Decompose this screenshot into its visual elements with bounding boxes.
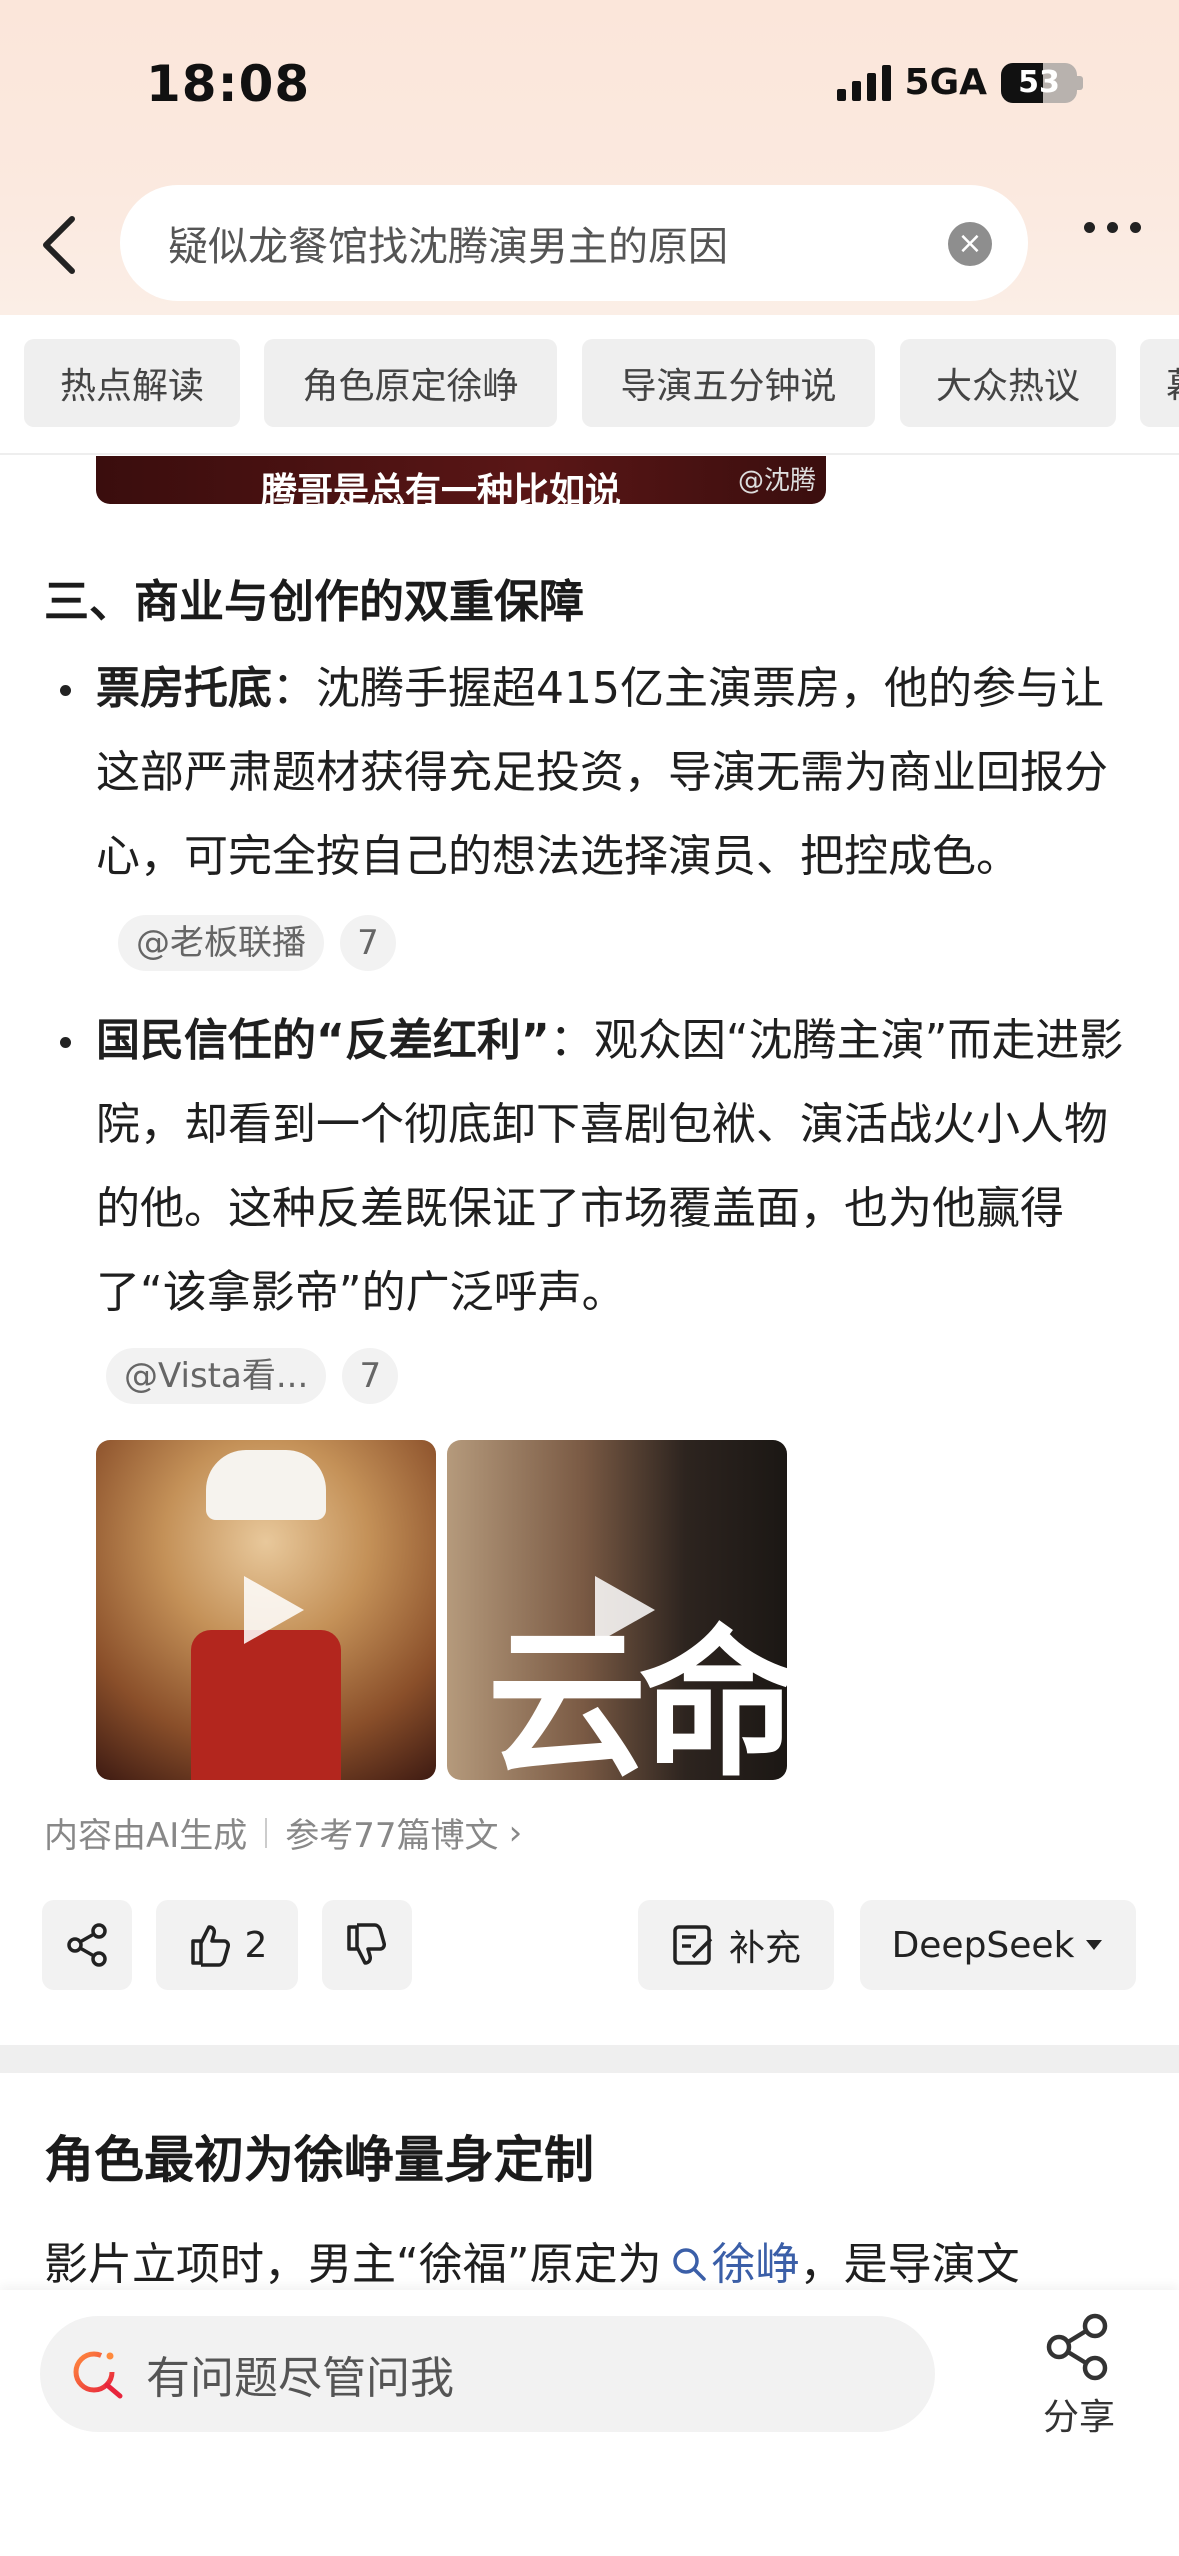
like-button[interactable]: 2 bbox=[156, 1900, 298, 1990]
video-thumbnail-strip[interactable]: 腾哥是总有一种比如说 @沈腾 bbox=[96, 456, 826, 504]
citation-chip[interactable]: @老板联播 bbox=[118, 915, 324, 971]
references-link[interactable]: 参考77篇博文 bbox=[285, 1808, 498, 1857]
search-input[interactable]: 疑似龙餐馆找沈腾演男主的原因 × bbox=[120, 185, 1028, 301]
citation-count[interactable]: 7 bbox=[340, 915, 396, 971]
person-link-text: 徐峥 bbox=[711, 2239, 800, 2290]
search-icon bbox=[672, 2248, 706, 2281]
edit-note-icon bbox=[673, 1925, 713, 1965]
model-name: DeepSeek bbox=[891, 1924, 1075, 1966]
bullet-paragraph-national-trust: 国民信任的“反差红利”：观众因“沈腾主演”而走进影院，却看到一个彻底卸下喜剧包袱… bbox=[96, 999, 1146, 1335]
person-link[interactable]: 徐峥 bbox=[662, 2239, 800, 2290]
status-time: 18:08 bbox=[146, 55, 311, 113]
citation-count[interactable]: 7 bbox=[342, 1348, 399, 1404]
ai-search-icon bbox=[73, 2351, 123, 2399]
search-query: 疑似龙餐馆找沈腾演男主的原因 bbox=[168, 224, 728, 270]
chevron-right-icon: › bbox=[508, 1812, 523, 1853]
share-page-button[interactable]: 分享 bbox=[1029, 2312, 1129, 2440]
article-text-part: ，是导演文 bbox=[799, 2239, 1020, 2290]
video-thumbnail[interactable] bbox=[96, 1440, 436, 1780]
bottom-bar: 有问题尽管问我 分享 bbox=[0, 2290, 1179, 2556]
article-text-part: 影片立项时，男主“徐福”原定为 bbox=[44, 2239, 662, 2290]
caret-down-icon bbox=[1086, 1940, 1103, 1950]
video-caption: 腾哥是总有一种比如说 bbox=[261, 471, 622, 504]
citation-row: @Vista看... 7 bbox=[86, 1348, 399, 1404]
video-thumbnail[interactable]: 云命 bbox=[447, 1440, 787, 1780]
video-watermark: @沈腾 bbox=[737, 466, 816, 496]
ask-placeholder: 有问题尽管问我 bbox=[146, 2353, 454, 2404]
like-count: 2 bbox=[244, 1924, 268, 1966]
section-title: 三、商业与创作的双重保障 bbox=[44, 575, 585, 628]
article-heading: 角色最初为徐峥量身定制 bbox=[44, 2131, 594, 2189]
bullet-dot bbox=[60, 685, 71, 696]
ask-input[interactable]: 有问题尽管问我 bbox=[40, 2316, 935, 2432]
more-options-button[interactable] bbox=[1084, 222, 1141, 233]
battery-icon: 53 bbox=[1001, 62, 1077, 103]
bullet-label: 国民信任的“反差红利” bbox=[96, 1015, 550, 1066]
tab-hot-interpretation[interactable]: 热点解读 bbox=[24, 339, 240, 427]
thumbs-up-icon bbox=[190, 1925, 230, 1967]
play-icon bbox=[244, 1576, 304, 1644]
supplement-label: 补充 bbox=[728, 1928, 801, 1969]
section-divider bbox=[0, 2045, 1179, 2073]
play-icon bbox=[595, 1576, 655, 1644]
share-button[interactable] bbox=[42, 1900, 132, 1990]
chevron-left-icon bbox=[43, 216, 75, 274]
dislike-button[interactable] bbox=[322, 1900, 412, 1990]
share-icon bbox=[67, 1923, 107, 1967]
ai-generated-label: 内容由AI生成 bbox=[44, 1816, 248, 1856]
network-type: 5GA bbox=[904, 62, 987, 103]
supplement-button[interactable]: 补充 bbox=[638, 1900, 834, 1990]
signal-icon bbox=[836, 64, 891, 101]
tab-next[interactable]: 幕 bbox=[1140, 339, 1179, 427]
close-icon: × bbox=[957, 226, 983, 261]
clear-search-button[interactable]: × bbox=[948, 222, 992, 266]
share-icon bbox=[1046, 2313, 1108, 2381]
bullet-dot bbox=[60, 1037, 71, 1048]
model-selector[interactable]: DeepSeek bbox=[860, 1900, 1136, 1990]
back-button[interactable] bbox=[30, 210, 86, 280]
share-label: 分享 bbox=[1042, 2397, 1115, 2438]
status-icons: 5GA 53 bbox=[836, 62, 1083, 103]
tab-public-discussion[interactable]: 大众热议 bbox=[900, 339, 1116, 427]
tab-role-xu-zheng[interactable]: 角色原定徐峥 bbox=[264, 339, 557, 427]
battery-level: 53 bbox=[1018, 65, 1060, 100]
tab-director-five-minutes[interactable]: 导演五分钟说 bbox=[582, 339, 875, 427]
bullet-label: 票房托底 bbox=[96, 663, 272, 714]
ai-generated-note: 内容由AI生成 参考77篇博文 › bbox=[44, 1808, 522, 1857]
citation-chip[interactable]: @Vista看... bbox=[106, 1348, 327, 1404]
header: 18:08 5GA 53 疑似龙餐馆找沈腾演男主的原因 × bbox=[0, 0, 1179, 315]
article-text: 影片立项时，男主“徐福”原定为 徐峥，是导演文 bbox=[44, 2228, 1020, 2292]
thumbs-down-icon bbox=[347, 1923, 386, 1965]
bullet-paragraph-box-office: 票房托底：沈腾手握超415亿主演票房，他的参与让这部严肃题材获得充足投资，导演无… bbox=[96, 647, 1146, 983]
topic-tabs: 热点解读 角色原定徐峥 导演五分钟说 大众热议 幕 bbox=[0, 315, 1179, 455]
